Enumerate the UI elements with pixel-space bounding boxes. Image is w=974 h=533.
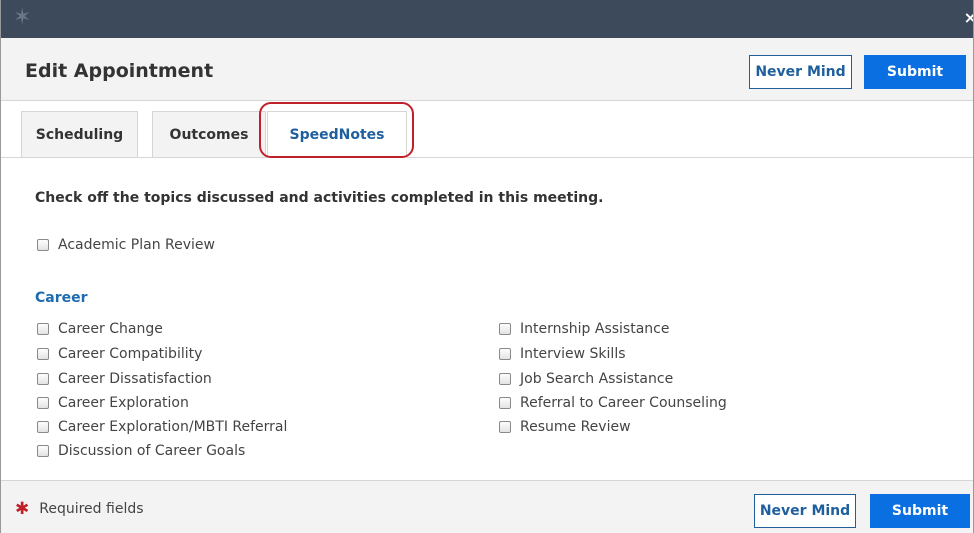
- checkbox-career-exploration-mbti-referral[interactable]: Career Exploration/MBTI Referral: [37, 418, 287, 436]
- checkbox-career-exploration[interactable]: Career Exploration: [37, 394, 189, 412]
- checkbox-label: Career Compatibility: [58, 346, 203, 362]
- checkbox[interactable]: [37, 445, 49, 457]
- window-title-bar: ✶ ×: [1, 0, 973, 38]
- checkbox-label: Resume Review: [520, 419, 631, 435]
- checkbox[interactable]: [499, 397, 511, 409]
- checkbox[interactable]: [499, 348, 511, 360]
- checkbox-label: Academic Plan Review: [58, 237, 215, 253]
- submit-button-footer[interactable]: Submit: [870, 494, 970, 528]
- checkbox-job-search-assistance[interactable]: Job Search Assistance: [499, 370, 673, 388]
- checkbox[interactable]: [37, 239, 49, 251]
- checkbox-label: Career Exploration/MBTI Referral: [58, 419, 288, 435]
- checkbox[interactable]: [37, 373, 49, 385]
- tab-bar: Scheduling Outcomes SpeedNotes: [1, 101, 973, 158]
- checkbox-career-compatibility[interactable]: Career Compatibility: [37, 345, 202, 363]
- checkbox-resume-review[interactable]: Resume Review: [499, 418, 631, 436]
- close-icon[interactable]: ×: [964, 8, 973, 27]
- checkbox-label: Internship Assistance: [520, 321, 670, 337]
- checkbox-career-change[interactable]: Career Change: [37, 320, 163, 338]
- checkbox-label: Job Search Assistance: [520, 371, 674, 387]
- checkbox-label: Interview Skills: [520, 346, 626, 362]
- checkbox-referral-to-career-counseling[interactable]: Referral to Career Counseling: [499, 394, 727, 412]
- section-heading-career: Career: [35, 290, 88, 306]
- checkbox-label: Career Exploration: [58, 395, 189, 411]
- checkbox[interactable]: [37, 421, 49, 433]
- checkbox[interactable]: [499, 373, 511, 385]
- checkbox-academic-plan-review[interactable]: Academic Plan Review: [37, 236, 215, 254]
- tab-outcomes[interactable]: Outcomes: [152, 111, 266, 157]
- dialog-header: Edit Appointment Never Mind Submit: [1, 38, 973, 101]
- star-logo-icon: ✶: [13, 5, 32, 30]
- required-fields-label: Required fields: [39, 501, 144, 517]
- checkbox-interview-skills[interactable]: Interview Skills: [499, 345, 626, 363]
- checkbox-internship-assistance[interactable]: Internship Assistance: [499, 320, 669, 338]
- page-title: Edit Appointment: [25, 60, 214, 82]
- checkbox-label: Discussion of Career Goals: [58, 443, 246, 459]
- checkbox-career-dissatisfaction[interactable]: Career Dissatisfaction: [37, 370, 212, 388]
- checkbox-discussion-of-career-goals[interactable]: Discussion of Career Goals: [37, 442, 245, 460]
- instruction-text: Check off the topics discussed and activ…: [35, 190, 604, 206]
- dialog-footer: ✱ Required fields Never Mind Submit: [1, 480, 973, 533]
- checkbox-label: Career Dissatisfaction: [58, 371, 212, 387]
- checkbox[interactable]: [37, 348, 49, 360]
- tab-speednotes[interactable]: SpeedNotes: [267, 111, 407, 158]
- checkbox[interactable]: [37, 397, 49, 409]
- never-mind-button-footer[interactable]: Never Mind: [754, 494, 856, 528]
- submit-button[interactable]: Submit: [864, 55, 966, 89]
- edit-appointment-dialog: ✶ × Edit Appointment Never Mind Submit S…: [0, 0, 974, 533]
- required-fields-note: ✱ Required fields: [15, 499, 144, 519]
- tab-scheduling[interactable]: Scheduling: [21, 111, 138, 157]
- checkbox[interactable]: [37, 323, 49, 335]
- checkbox[interactable]: [499, 421, 511, 433]
- checkbox-label: Referral to Career Counseling: [520, 395, 727, 411]
- checkbox-label: Career Change: [58, 321, 163, 337]
- never-mind-button[interactable]: Never Mind: [749, 55, 852, 89]
- checkbox[interactable]: [499, 323, 511, 335]
- required-asterisk-icon: ✱: [15, 499, 30, 519]
